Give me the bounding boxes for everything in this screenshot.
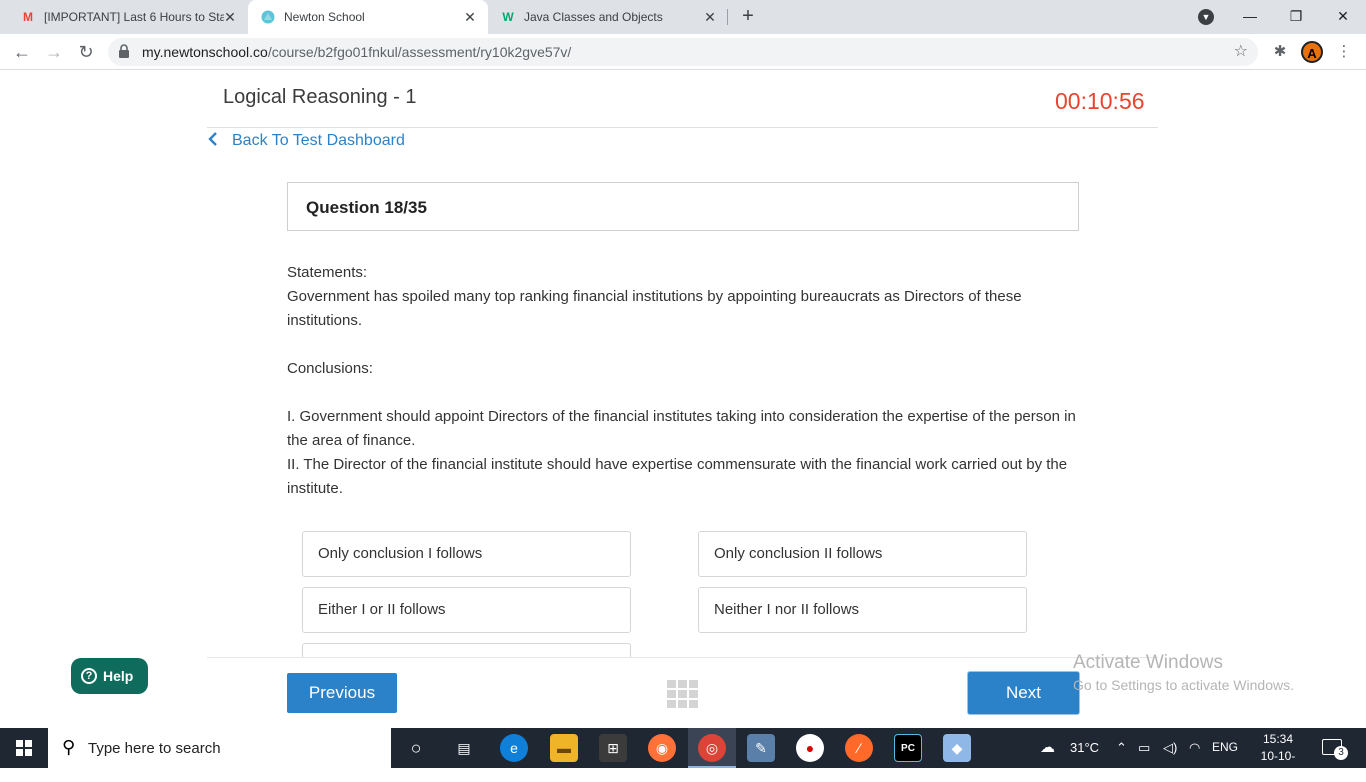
store-icon[interactable]: ⊞ [599,734,627,762]
browser-toolbar: ← → ↻ my.newtonschool.co/course/b2fgo01f… [0,34,1366,70]
language-indicator[interactable]: ENG [1212,740,1238,754]
gmail-icon: M [23,10,33,24]
extensions-puzzle-icon[interactable]: ✱ [1270,42,1290,62]
chrome-icon[interactable]: ◎ [698,734,726,762]
tab-newton-school[interactable]: Newton School ✕ [248,0,488,34]
close-tab-icon[interactable]: ✕ [702,9,718,25]
battery-icon[interactable]: ▭ [1138,740,1150,756]
page-title: Logical Reasoning - 1 [223,86,417,108]
option-3[interactable]: Either I or II follows [302,587,631,633]
volume-icon[interactable]: ◁) [1163,740,1177,756]
help-question-icon: ? [81,668,97,684]
w3-icon: W [502,10,514,24]
restore-icon[interactable]: ❐ [1273,0,1319,32]
weather-icon[interactable]: ☁ [1040,738,1055,756]
wifi-icon[interactable]: ◠ [1189,740,1200,756]
chevron-left-icon [208,131,222,151]
back-arrow-icon[interactable]: ← [10,40,34,64]
box-app-icon[interactable]: ◆ [943,734,971,762]
paint-icon[interactable]: ✎ [747,734,775,762]
countdown-timer: 00:10:56 [1055,88,1145,114]
tab-strip: M [IMPORTANT] Last 6 Hours to Sta ✕ Newt… [0,0,1366,34]
option-4[interactable]: Neither I nor II follows [698,587,1027,633]
task-view-icon[interactable]: ▤ [450,734,478,762]
new-tab-button[interactable]: + [737,5,759,27]
file-explorer-icon[interactable]: ▬ [550,734,578,762]
notification-center-icon[interactable]: 3 [1322,739,1348,760]
question-body: Statements: Government has spoiled many … [287,261,1079,501]
clock-date: 10-10-2021 [1260,749,1296,780]
forward-arrow-icon[interactable]: → [42,40,66,64]
edge-icon[interactable]: e [500,734,528,762]
tab-title: Newton School [284,10,365,24]
previous-button[interactable]: Previous [287,673,397,713]
bookmark-star-icon[interactable]: ☆ [1234,41,1248,61]
statements-label: Statements: [287,264,368,281]
lock-icon [119,44,129,58]
profile-avatar[interactable]: A [1301,41,1323,63]
reload-icon[interactable]: ↻ [74,40,98,64]
search-icon: ⚲ [62,737,76,757]
address-bar[interactable]: my.newtonschool.co/course/b2fgo01fnkul/a… [108,38,1258,66]
option-5-partial[interactable] [302,643,631,657]
minimize-icon[interactable]: — [1227,0,1273,32]
tab-title: [IMPORTANT] Last 6 Hours to Sta [44,10,224,24]
close-tab-icon[interactable]: ✕ [222,9,238,25]
url-path: /course/b2fgo01fnkul/assessment/ry10k2gv… [267,44,572,60]
tab-search-icon[interactable]: ▼ [1198,9,1214,25]
record-icon[interactable]: ● [796,734,824,762]
tab-gmail[interactable]: M [IMPORTANT] Last 6 Hours to Sta ✕ [8,0,248,34]
pycharm-icon[interactable]: PC [894,734,922,762]
option-1[interactable]: Only conclusion I follows [302,531,631,577]
weather-temp[interactable]: 31°C [1070,740,1099,755]
brave-icon[interactable]: ∕ [845,734,873,762]
option-2[interactable]: Only conclusion II follows [698,531,1027,577]
question-counter: Question 18/35 [306,198,427,217]
newton-icon [260,9,276,25]
next-button[interactable]: Next [968,672,1079,714]
back-link-label: Back To Test Dashboard [232,132,405,149]
windows-start-icon[interactable] [16,740,32,756]
url-host: my.newtonschool.co [142,44,268,60]
tray-chevron-up-icon[interactable]: ⌃ [1116,740,1127,756]
help-button[interactable]: ? Help [71,658,148,694]
notification-count: 3 [1334,746,1348,760]
question-header: Question 18/35 [287,182,1079,231]
url-text: my.newtonschool.co/course/b2fgo01fnkul/a… [142,44,571,60]
taskbar-search-box[interactable]: ⚲ Type here to search [48,728,391,768]
conclusion-2: II. The Director of the financial instit… [287,456,1068,497]
conclusions-label: Conclusions: [287,360,373,377]
title-divider [207,127,1158,128]
activate-windows-title: Activate Windows [1073,652,1223,673]
tab-separator [727,9,728,25]
back-to-dashboard-link[interactable]: Back To Test Dashboard [208,131,405,151]
firefox-icon[interactable]: ◉ [648,734,676,762]
cortana-icon[interactable]: ○ [402,734,430,762]
close-window-icon[interactable]: ✕ [1320,0,1366,32]
statement-text: Government has spoiled many top ranking … [287,288,1022,329]
question-grid-icon[interactable] [667,680,698,708]
windows-taskbar: ⚲ Type here to search ○ ▤ e ▬ ⊞ ◉ ◎ ✎ ● … [0,728,1366,780]
help-label: Help [103,668,134,684]
clock-time: 15:34 [1262,732,1294,746]
tab-title: Java Classes and Objects [524,10,663,24]
menu-kebab-icon[interactable]: ⋮ [1334,42,1354,62]
activate-windows-subtitle: Go to Settings to activate Windows. [1073,677,1294,693]
tab-java-classes[interactable]: W Java Classes and Objects ✕ [488,0,728,34]
close-tab-icon[interactable]: ✕ [462,9,478,25]
taskbar-search-placeholder: Type here to search [88,740,221,757]
conclusion-1: I. Government should appoint Directors o… [287,408,1076,449]
taskbar-clock[interactable]: 15:34 10-10-2021 [1250,731,1306,782]
